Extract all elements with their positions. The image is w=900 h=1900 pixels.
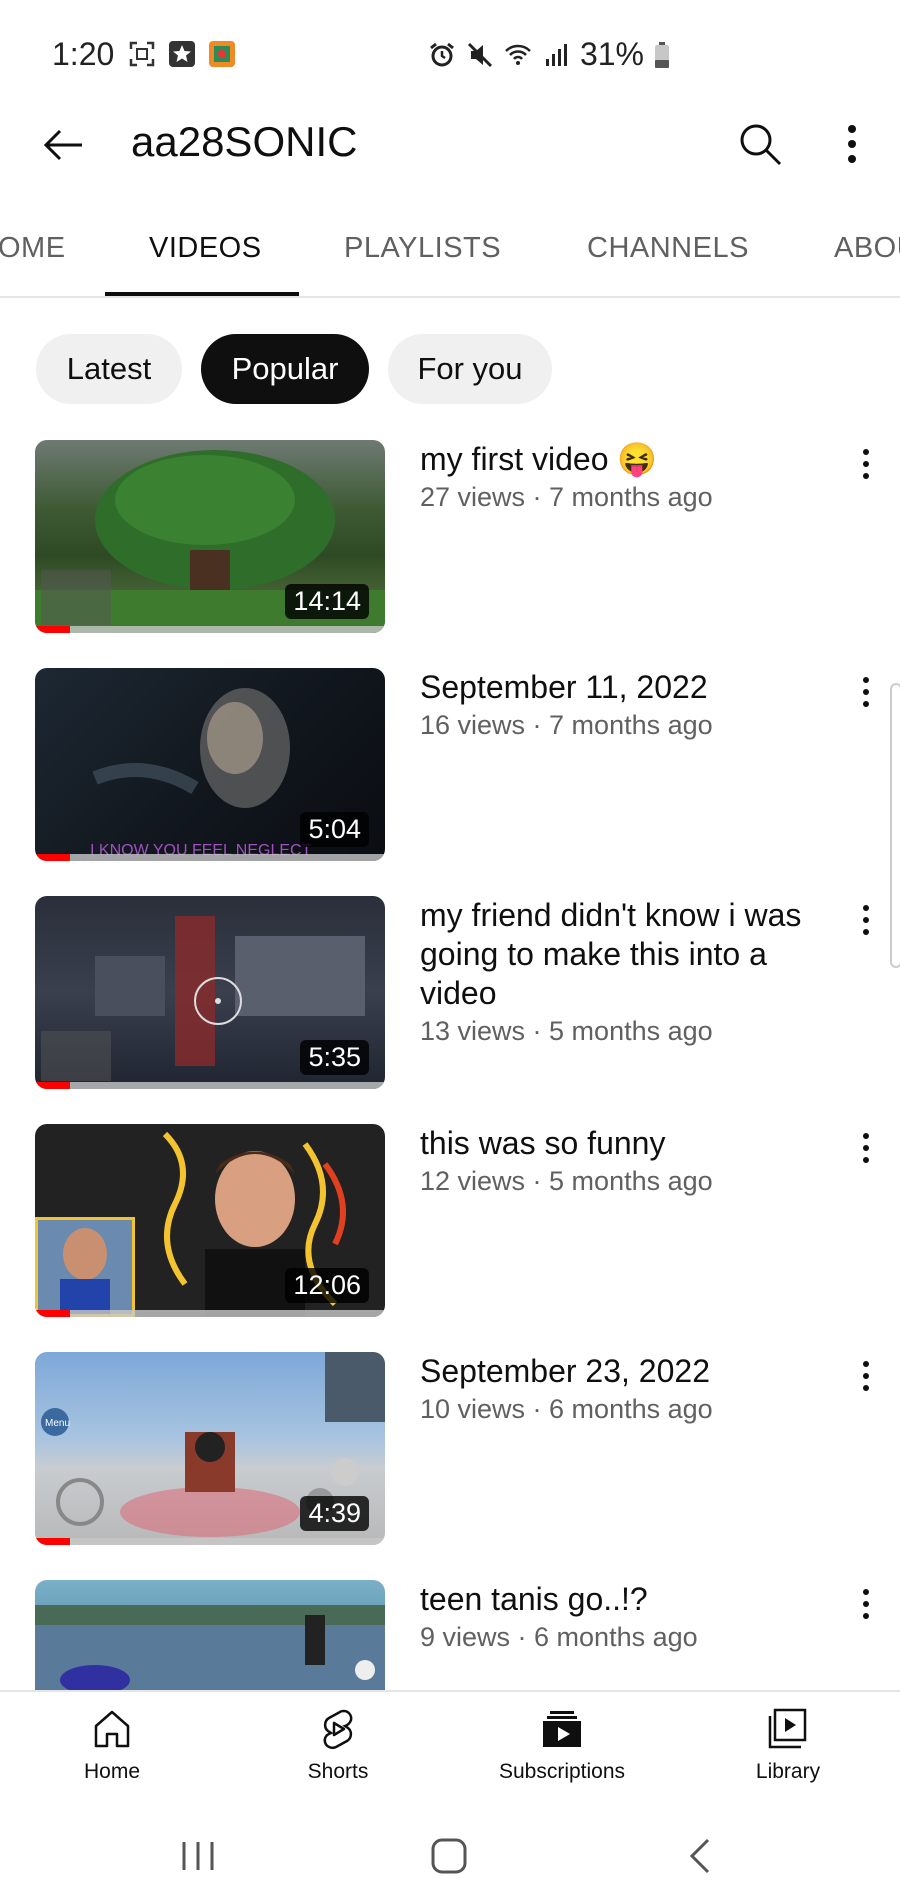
video-duration: 12:06 — [285, 1268, 369, 1303]
video-meta: 13 views · 5 months ago — [420, 1016, 713, 1046]
app-star-icon — [169, 41, 195, 67]
wifi-icon — [505, 44, 531, 65]
video-item[interactable]: I KNOW YOU FEEL NEGLECT 5:04 September 1… — [0, 668, 900, 868]
channel-title: aa28SONIC — [131, 118, 358, 165]
video-title[interactable]: this was so funny — [420, 1124, 830, 1163]
scrollbar[interactable] — [890, 683, 900, 968]
thumbnail-menu-text: Menu — [45, 1418, 70, 1429]
video-title[interactable]: my friend didn't know i was going to mak… — [420, 896, 830, 1013]
video-info: September 11, 2022 16 views · 7 months a… — [420, 668, 830, 743]
tab-about[interactable]: ABOU — [834, 232, 900, 265]
video-thumbnail[interactable]: Menu 4:39 — [35, 1352, 385, 1545]
video-info: my first video 😝 27 views · 7 months ago — [420, 440, 830, 515]
back-arrow-icon[interactable] — [38, 120, 88, 170]
nav-library[interactable]: Library — [698, 1706, 878, 1784]
tab-videos[interactable]: VIDEOS — [149, 232, 262, 265]
search-icon[interactable] — [736, 120, 784, 168]
video-meta: 12 views · 5 months ago — [420, 1166, 713, 1196]
status-left-icons — [128, 40, 236, 68]
mute-icon — [467, 42, 493, 67]
video-thumbnail[interactable]: 14:14 — [35, 440, 385, 633]
video-info: September 23, 2022 10 views · 6 months a… — [420, 1352, 830, 1427]
video-duration: 5:35 — [300, 1040, 369, 1075]
system-nav-bar — [0, 1800, 900, 1900]
recent-apps-icon[interactable] — [176, 1834, 220, 1878]
video-meta: 27 views · 7 months ago — [420, 482, 713, 512]
tab-home[interactable]: OME — [0, 232, 66, 265]
shorts-icon — [323, 1709, 353, 1750]
video-thumbnail[interactable]: 12:06 — [35, 1124, 385, 1317]
nav-label: Home — [83, 1760, 141, 1783]
subscriptions-icon — [543, 1711, 581, 1747]
tab-channels[interactable]: CHANNELS — [587, 232, 749, 265]
video-meta: 9 views · 6 months ago — [420, 1622, 698, 1652]
nav-subscriptions[interactable]: Subscriptions — [472, 1706, 652, 1784]
video-info: this was so funny 12 views · 5 months ag… — [420, 1124, 830, 1199]
watch-progress — [35, 1538, 385, 1545]
channel-tabs: OME VIDEOS PLAYLISTS CHANNELS ABOU — [0, 220, 900, 298]
watch-progress — [35, 1082, 385, 1089]
screenshot-icon — [129, 41, 155, 67]
video-thumbnail[interactable] — [35, 1580, 385, 1690]
chip-popular[interactable]: Popular — [201, 334, 369, 404]
bottom-nav: Home Shorts Subscriptions Library — [0, 1690, 900, 1800]
watch-progress — [35, 854, 385, 861]
status-time: 1:20 — [52, 36, 115, 72]
home-button-icon[interactable] — [427, 1834, 471, 1878]
tab-playlists[interactable]: PLAYLISTS — [344, 232, 501, 265]
video-item[interactable]: teen tanis go..!? 9 views · 6 months ago — [0, 1580, 900, 1690]
video-title[interactable]: teen tanis go..!? — [420, 1580, 830, 1619]
video-item[interactable]: Menu 4:39 September 23, 2022 10 views · … — [0, 1352, 900, 1552]
home-icon — [94, 1710, 130, 1748]
video-meta: 10 views · 6 months ago — [420, 1394, 713, 1424]
more-vert-icon[interactable] — [856, 446, 876, 482]
status-bar: 1:20 31% — [0, 0, 900, 110]
more-vert-icon[interactable] — [856, 1586, 876, 1622]
video-duration: 5:04 — [300, 812, 369, 847]
chip-latest[interactable]: Latest — [36, 334, 182, 404]
app-game-icon — [209, 41, 235, 67]
thumbnail-art — [35, 1605, 385, 1690]
video-thumbnail[interactable]: 5:35 — [35, 896, 385, 1089]
alarm-icon — [430, 42, 454, 66]
nav-label: Library — [755, 1760, 821, 1783]
library-icon — [768, 1708, 807, 1749]
more-vert-icon[interactable] — [856, 1358, 876, 1394]
video-item[interactable]: 14:14 my first video 😝 27 views · 7 mont… — [0, 440, 900, 640]
more-vert-icon[interactable] — [856, 902, 876, 938]
nav-label: Shorts — [307, 1760, 369, 1783]
chip-for-you[interactable]: For you — [388, 334, 552, 404]
video-info: my friend didn't know i was going to mak… — [420, 896, 830, 1049]
nav-home[interactable]: Home — [22, 1706, 202, 1784]
status-right: 31% — [428, 36, 670, 73]
battery-icon — [655, 41, 669, 68]
battery-text: 31% — [579, 36, 644, 72]
nav-shorts[interactable]: Shorts — [248, 1706, 428, 1784]
video-title[interactable]: September 11, 2022 — [420, 668, 830, 707]
video-duration: 4:39 — [300, 1496, 369, 1531]
active-tab-indicator — [105, 292, 299, 296]
more-vert-icon[interactable] — [838, 120, 866, 168]
back-button-icon[interactable] — [680, 1834, 724, 1878]
watch-progress — [35, 1310, 385, 1317]
video-duration: 14:14 — [285, 584, 369, 619]
signal-icon — [545, 43, 567, 66]
video-item[interactable]: 12:06 this was so funny 12 views · 5 mon… — [0, 1124, 900, 1324]
watch-progress — [35, 626, 385, 633]
video-title[interactable]: September 23, 2022 — [420, 1352, 830, 1391]
more-vert-icon[interactable] — [856, 674, 876, 710]
more-vert-icon[interactable] — [856, 1130, 876, 1166]
video-info: teen tanis go..!? 9 views · 6 months ago — [420, 1580, 830, 1655]
video-meta: 16 views · 7 months ago — [420, 710, 713, 740]
video-item[interactable]: 5:35 my friend didn't know i was going t… — [0, 896, 900, 1096]
video-thumbnail[interactable]: I KNOW YOU FEEL NEGLECT 5:04 — [35, 668, 385, 861]
nav-label: Subscriptions — [498, 1760, 626, 1783]
video-title[interactable]: my first video 😝 — [420, 440, 830, 479]
